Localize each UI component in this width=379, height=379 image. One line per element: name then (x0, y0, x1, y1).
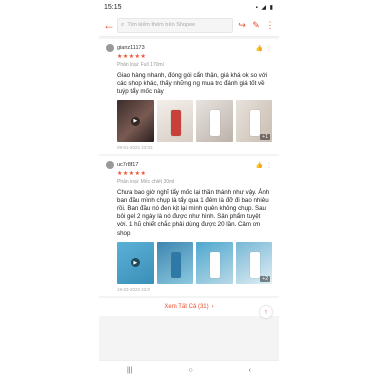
chevron-right-icon: › (211, 303, 214, 310)
review-date: 19-03-2022 22:0 (117, 286, 151, 292)
product-bottle-image (210, 110, 220, 137)
home-icon[interactable]: ○ (188, 367, 192, 374)
review-video-thumbnail[interactable]: ▶ (117, 100, 154, 143)
review-photo[interactable] (156, 241, 193, 284)
review-photo[interactable]: +1 (235, 100, 272, 143)
review-variant: Phân loại: Mốc chiết 30ml (117, 179, 175, 186)
more-options-icon[interactable]: ⋮ (266, 162, 272, 169)
scroll-top-button[interactable]: ↑ (260, 306, 272, 318)
review-photo[interactable] (196, 100, 233, 143)
review-variant: Phân loại: Full 170ml (117, 62, 164, 68)
phone-screen: 15:15 ▪ ◢ ▮ ← ⌕ Tìm kiếm thêm trên Shope… (99, 0, 279, 379)
recent-apps-icon[interactable]: ||| (127, 367, 132, 374)
more-photos-count: +1 (260, 134, 270, 141)
review-photo[interactable] (156, 100, 193, 143)
review-text: Chưa bao giờ nghĩ tẩy mốc lại thần thánh… (117, 189, 270, 237)
review-photo[interactable] (196, 241, 233, 284)
more-photos-count: +2 (260, 275, 270, 282)
product-bottle-image (249, 251, 260, 278)
search-input[interactable]: ⌕ Tìm kiếm thêm trên Shopee (117, 17, 233, 33)
review-username: gianz11173 (117, 45, 145, 51)
product-bottle-image (170, 251, 181, 278)
back-icon[interactable]: ‹ (249, 367, 251, 374)
thumbs-up-icon[interactable]: 👍 (256, 45, 263, 52)
search-placeholder: Tìm kiếm thêm trên Shopee (127, 22, 196, 28)
avatar (106, 161, 114, 170)
more-options-icon[interactable]: ⋮ (266, 45, 272, 52)
play-icon: ▶ (130, 258, 140, 268)
avatar (106, 44, 114, 52)
rating-stars: ★★★★★ (117, 54, 147, 60)
top-bar: ← ⌕ Tìm kiếm thêm trên Shopee ↪ ✎ ⋮ (99, 14, 279, 37)
rating-stars: ★★★★★ (117, 171, 147, 178)
product-bottle-image (170, 110, 181, 137)
share-icon[interactable]: ↪ (237, 20, 247, 31)
status-icons: ▪ ◢ ▮ (255, 4, 274, 11)
review-text: Giao hàng nhanh, đóng gói cẩn thận, giá … (117, 72, 268, 96)
review-item: gianz11173 👍 ⋮ ★★★★★ Phân loại: Full 170… (99, 39, 279, 155)
review-photo[interactable]: +2 (235, 241, 272, 284)
status-time: 15:15 (104, 3, 122, 11)
system-nav-bar: ||| ○ ‹ (99, 360, 279, 379)
thumbs-up-icon[interactable]: 👍 (256, 162, 263, 169)
review-media: ▶ +2 (117, 241, 272, 284)
status-bar: 15:15 ▪ ◢ ▮ (99, 0, 279, 14)
see-all-reviews-link[interactable]: Xem Tất Cả (31) › (99, 297, 279, 316)
arrow-up-icon: ↑ (264, 308, 268, 316)
review-media: ▶ +1 (117, 100, 272, 143)
write-review-icon[interactable]: ✎ (251, 20, 261, 31)
product-bottle-image (249, 110, 260, 137)
more-menu-icon[interactable]: ⋮ (265, 20, 275, 31)
review-date: 09-01-2022 23:03 (117, 145, 153, 151)
review-item: uc7r8f17 👍 ⋮ ★★★★★ Phân loại: Mốc chiết … (99, 156, 279, 296)
product-bottle-image (210, 251, 220, 278)
play-icon: ▶ (130, 116, 140, 126)
see-all-label: Xem Tất Cả (31) (164, 303, 209, 310)
review-username: uc7r8f17 (117, 162, 139, 169)
back-arrow-icon[interactable]: ← (103, 18, 115, 32)
review-video-thumbnail[interactable]: ▶ (117, 241, 154, 284)
search-icon: ⌕ (121, 21, 125, 28)
